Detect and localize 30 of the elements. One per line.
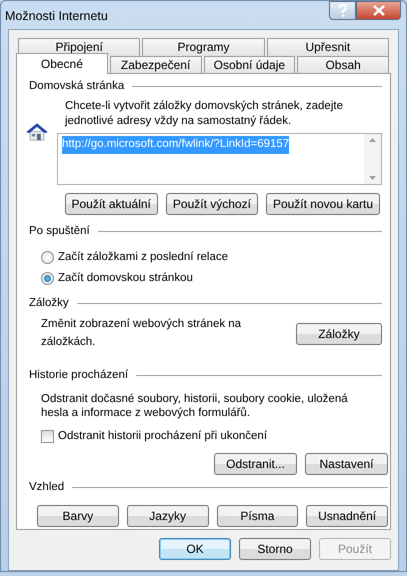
radio-label[interactable]: Začít domovskou stránkou (58, 270, 193, 287)
home-page-button[interactable]: Použít novou kartu (266, 193, 380, 216)
section-title: Vzhled (29, 480, 64, 496)
section-title: Po spuštění (29, 224, 90, 240)
history-button[interactable]: Odstranit... (214, 453, 297, 476)
tab[interactable]: Osobní údaje (204, 56, 296, 74)
tab[interactable]: Upřesnit (266, 38, 389, 56)
home-page-button[interactable]: Použít výchozí (166, 193, 258, 216)
appearance-button[interactable]: Jazyky (126, 504, 208, 526)
tab[interactable]: Obecné (16, 53, 108, 74)
tab[interactable]: Obsah (297, 56, 389, 74)
appearance-button[interactable]: Písma (216, 504, 298, 526)
section-title: Záložky (29, 296, 69, 311)
description-text: Odstranit dočasné soubory, historii, soubory cookie, uložená hesla a informace z webových formulářů. (41, 392, 349, 420)
section-title: Domovská stránka (29, 79, 124, 94)
radio-label[interactable]: Začít záložkami z poslední relace (58, 248, 228, 266)
appearance-button[interactable]: Usnadnění (306, 504, 388, 526)
dialog-button[interactable]: Storno (239, 538, 311, 560)
home-page-button[interactable]: Použít aktuální (64, 193, 158, 216)
description-text: Změnit zobrazení webových stránek na záložkách. (41, 317, 242, 350)
description-text: Chcete-li vytvořit záložky domovských stránek, zadejte jednotlivé adresy vždy na samostatný řádek. (64, 99, 344, 130)
history-button[interactable]: Nastavení (305, 453, 388, 476)
checkbox-label[interactable]: Odstranit historii procházení při ukončení (58, 428, 268, 446)
tab[interactable]: Zabezpečení (110, 56, 202, 74)
section-title: Historie procházení (29, 368, 128, 383)
appearance-button[interactable]: Barvy (37, 504, 119, 526)
tabs-settings-button[interactable]: Záložky (296, 322, 382, 344)
window-title: Možnosti Internetu (5, 8, 108, 25)
tab[interactable]: Programy (142, 38, 265, 56)
dialog-button[interactable]: OK (159, 538, 231, 560)
